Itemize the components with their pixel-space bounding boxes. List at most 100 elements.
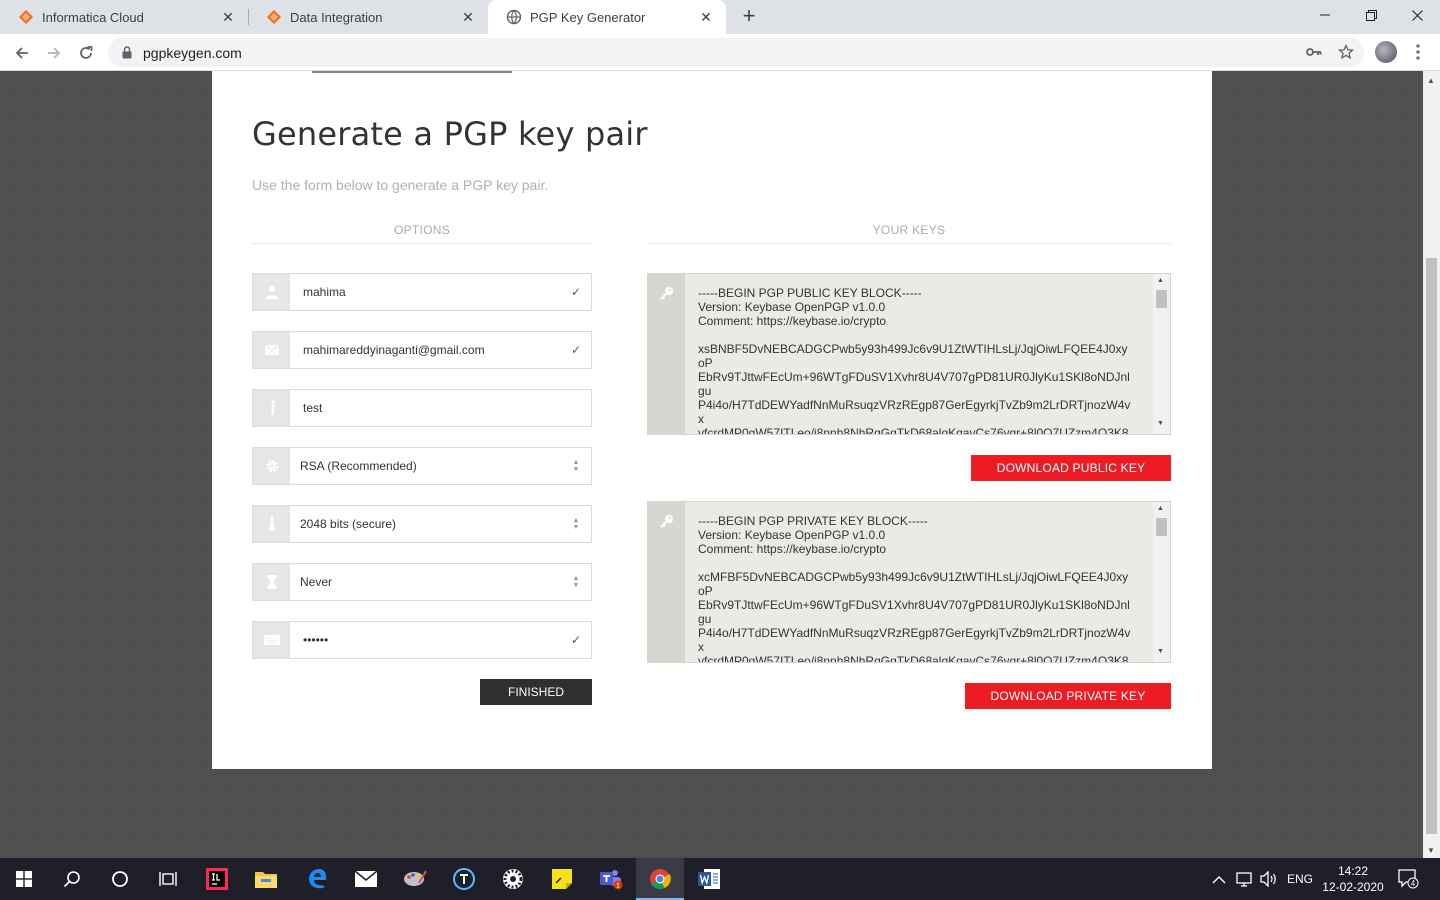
- aperture-icon: [503, 869, 523, 889]
- scroll-down-icon[interactable]: ▼: [1157, 420, 1164, 427]
- teams-app[interactable]: 1: [587, 858, 635, 900]
- cortana-circle-icon: [112, 871, 128, 887]
- check-icon: ✓: [570, 285, 582, 299]
- browser-toolbar: pgpkeygen.com: [0, 34, 1440, 71]
- nav-underline: [312, 71, 512, 73]
- page-title: Generate a PGP key pair: [252, 115, 648, 153]
- edge-app[interactable]: [293, 858, 341, 900]
- teams-badge: 1: [616, 883, 620, 890]
- reload-button[interactable]: [73, 40, 99, 66]
- close-tab-icon[interactable]: ✕: [460, 9, 476, 26]
- name-value: mahima: [303, 285, 346, 299]
- file-explorer-app[interactable]: [242, 858, 290, 900]
- check-icon: ✓: [570, 633, 582, 647]
- expires-select[interactable]: Never ▲ ▼: [252, 563, 592, 601]
- task-view-button[interactable]: [144, 858, 192, 900]
- volume-icon[interactable]: [1260, 858, 1278, 900]
- word-app[interactable]: [685, 858, 733, 900]
- page-subtitle: Use the form below to generate a PGP key…: [252, 177, 549, 193]
- restore-icon: [1365, 9, 1377, 21]
- aperture-app[interactable]: [489, 858, 537, 900]
- scroll-up-icon[interactable]: ▲: [1157, 277, 1164, 284]
- private-key-textarea[interactable]: -----BEGIN PGP PRIVATE KEY BLOCK----- Ve…: [647, 501, 1171, 663]
- url-text: pgpkeygen.com: [143, 44, 242, 61]
- show-hidden-icons[interactable]: [1212, 858, 1226, 900]
- hourglass-icon: [253, 564, 290, 600]
- system-clock[interactable]: 14:22 12-02-2020: [1318, 863, 1388, 895]
- download-private-key-button[interactable]: DOWNLOAD PRIVATE KEY: [965, 683, 1171, 709]
- more-vertical-icon: [1416, 44, 1420, 60]
- algorithm-value: RSA (Recommended): [300, 459, 417, 473]
- cortana-button[interactable]: [96, 858, 144, 900]
- finished-button[interactable]: FINISHED: [480, 679, 592, 705]
- close-icon: [1411, 9, 1423, 21]
- browser-menu-button[interactable]: [1410, 41, 1426, 63]
- folder-icon: [255, 872, 277, 888]
- scroll-up-icon[interactable]: ▲: [1427, 76, 1435, 85]
- page-scrollbar[interactable]: ▲ ▼: [1423, 71, 1440, 858]
- passphrase-field[interactable]: •••••• ✓: [252, 621, 592, 659]
- algorithm-select[interactable]: RSA (Recommended) ▲ ▼: [252, 447, 592, 485]
- expires-value: Never: [300, 575, 333, 589]
- chrome-app[interactable]: [636, 858, 684, 900]
- mail-icon: [355, 871, 377, 887]
- start-button[interactable]: [0, 858, 48, 900]
- sticky-notes-app[interactable]: [538, 858, 586, 900]
- intellij-icon: [206, 868, 228, 890]
- globe-icon: [506, 9, 522, 25]
- scroll-up-icon[interactable]: ▲: [1157, 505, 1164, 512]
- scroll-down-icon[interactable]: ▼: [1427, 846, 1435, 855]
- public-key-textarea[interactable]: -----BEGIN PGP PUBLIC KEY BLOCK----- Ver…: [647, 273, 1171, 435]
- page-scroll-thumb[interactable]: [1426, 258, 1437, 834]
- informatica-favicon-icon: [19, 10, 33, 24]
- options-heading: OPTIONS: [252, 223, 592, 244]
- private-key-text: -----BEGIN PGP PRIVATE KEY BLOCK----- Ve…: [698, 514, 1131, 663]
- private-key-scrollbar[interactable]: ▲ ▼: [1153, 502, 1170, 662]
- public-key-text: -----BEGIN PGP PUBLIC KEY BLOCK----- Ver…: [698, 286, 1131, 435]
- back-button[interactable]: [9, 40, 35, 66]
- network-icon[interactable]: [1236, 858, 1254, 900]
- forward-button[interactable]: [41, 40, 67, 66]
- scroll-thumb[interactable]: [1156, 518, 1167, 536]
- minimize-button[interactable]: [1302, 0, 1348, 30]
- clock-time: 14:22: [1337, 864, 1369, 878]
- address-bar[interactable]: pgpkeygen.com: [108, 38, 1364, 67]
- scroll-thumb[interactable]: [1156, 290, 1167, 308]
- info-icon: [253, 390, 290, 426]
- tool-app[interactable]: [440, 858, 488, 900]
- check-icon: ✓: [570, 343, 582, 357]
- notification-count: 4: [1411, 879, 1416, 888]
- download-public-key-button[interactable]: DOWNLOAD PUBLIC KEY: [971, 455, 1171, 481]
- key-icon[interactable]: [1305, 43, 1323, 61]
- mail-app[interactable]: [342, 858, 390, 900]
- informatica-favicon-icon: [267, 10, 281, 24]
- sticky-note-icon: [552, 869, 572, 889]
- page-viewport: Generate a PGP key pair Use the form bel…: [0, 71, 1423, 858]
- tab-pgp-key-generator[interactable]: PGP Key Generator ✕: [488, 0, 726, 34]
- language-indicator[interactable]: ENG: [1287, 858, 1313, 900]
- browser-tab-strip: Informatica Cloud ✕ Data Integration ✕ P…: [0, 0, 1440, 34]
- email-field[interactable]: mahimareddyinaganti@gmail.com ✓: [252, 331, 592, 369]
- search-button[interactable]: [48, 858, 96, 900]
- tab-data-integration[interactable]: Data Integration ✕: [248, 0, 488, 34]
- public-key-scrollbar[interactable]: ▲ ▼: [1153, 274, 1170, 434]
- action-center-button[interactable]: 4: [1398, 858, 1420, 900]
- close-tab-icon[interactable]: ✕: [698, 9, 714, 26]
- profile-avatar[interactable]: [1375, 41, 1397, 63]
- arrow-left-icon: [15, 47, 28, 59]
- comment-field[interactable]: test: [252, 389, 592, 427]
- thermometer-icon: [253, 506, 290, 542]
- restore-button[interactable]: [1348, 0, 1394, 30]
- close-window-button[interactable]: [1394, 0, 1440, 30]
- intellij-app[interactable]: [193, 858, 241, 900]
- new-tab-button[interactable]: +: [738, 5, 760, 27]
- arrow-right-icon: [48, 47, 61, 59]
- paint-app[interactable]: [391, 858, 439, 900]
- key-size-select[interactable]: 2048 bits (secure) ▲ ▼: [252, 505, 592, 543]
- gear-icon: [253, 448, 290, 484]
- close-tab-icon[interactable]: ✕: [220, 9, 236, 26]
- bookmark-star-icon[interactable]: [1337, 43, 1355, 61]
- scroll-down-icon[interactable]: ▼: [1157, 648, 1164, 655]
- tab-informatica-cloud[interactable]: Informatica Cloud ✕: [0, 0, 248, 34]
- name-field[interactable]: mahima ✓: [252, 273, 592, 311]
